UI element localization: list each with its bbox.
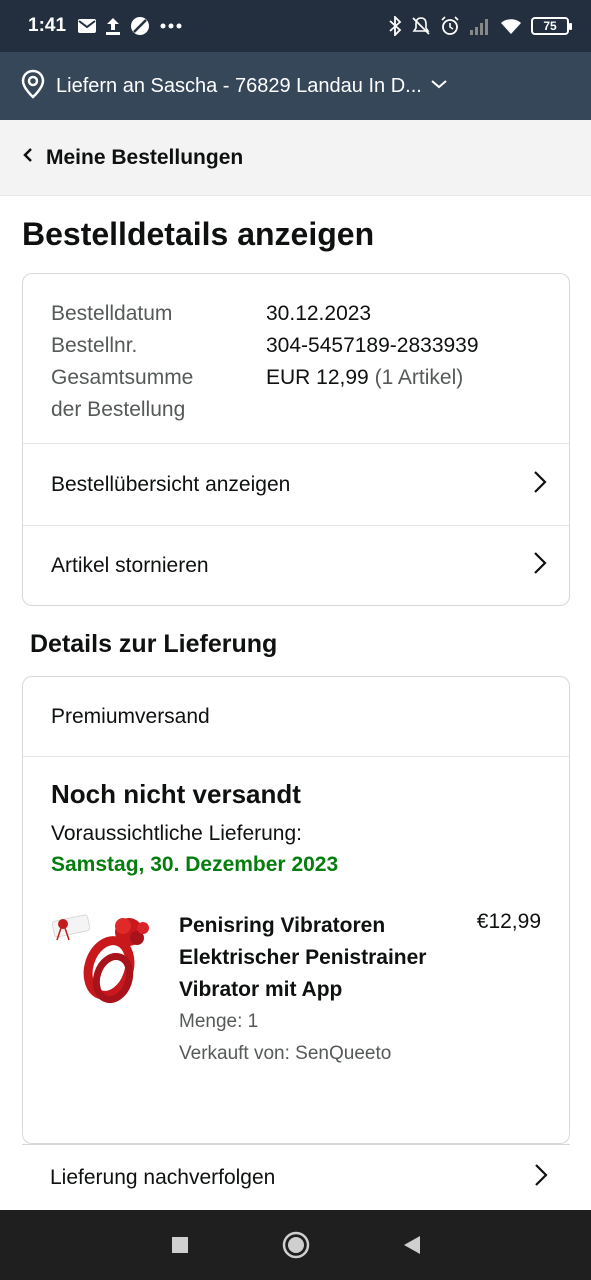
order-date-label: Bestelldatum [51,302,173,325]
order-total-value: EUR 12,99 (1 Artikel) [266,362,463,394]
shipment-details: Noch nicht versandt Voraussichtliche Lie… [23,757,569,1070]
breadcrumb-label: Meine Bestellungen [46,145,244,169]
back-button[interactable] [402,1234,422,1256]
chevron-right-icon [533,551,547,581]
order-total-amount: EUR 12,99 [266,366,369,389]
delivery-location-text: Liefern an Sascha - 76829 Landau In D... [56,74,422,97]
signal-icon [469,17,491,35]
data-saver-icon [130,16,150,36]
order-item[interactable]: Penisring Vibratoren Elektrischer Penist… [51,910,541,1070]
bluetooth-icon [388,16,402,36]
order-total-row: Gesamtsumme EUR 12,99 (1 Artikel) [51,362,541,394]
order-number-label: Bestellnr. [51,334,138,357]
order-number-value: 304-5457189-2833939 [266,334,479,357]
battery-icon: 75 [531,17,572,35]
recent-apps-button[interactable] [170,1235,190,1255]
order-summary: Bestelldatum 30.12.2023 Bestellnr. 304-5… [23,274,569,444]
product-name[interactable]: Penisring Vibratoren Elektrischer Penist… [179,910,429,1006]
page-title: Bestelldetails anzeigen [22,216,375,252]
order-overview-link[interactable]: Bestellübersicht anzeigen [23,444,569,525]
status-time: 1:41 [28,15,67,36]
battery-level: 75 [543,19,557,33]
product-seller: Verkauft von: SenQueeto [179,1043,392,1064]
expected-delivery-date: Samstag, 30. Dezember 2023 [51,853,339,876]
alarm-icon [440,16,460,36]
cancel-items-label: Artikel stornieren [51,554,209,577]
wifi-icon [500,17,522,35]
order-item-count: (1 Artikel) [374,366,464,389]
track-delivery-link[interactable]: Lieferung nachverfolgen [22,1144,570,1210]
product-price: €12,99 [476,910,541,933]
system-navigation-bar [0,1210,591,1280]
product-quantity: Menge: 1 [179,1011,259,1032]
order-summary-card: Bestelldatum 30.12.2023 Bestellnr. 304-5… [22,273,570,606]
shipment-status: Noch nicht versandt [51,779,301,809]
chevron-down-icon [430,77,448,95]
upload-icon [106,17,121,35]
order-total-row-2: der Bestellung [51,394,541,426]
order-number-row: Bestellnr. 304-5457189-2833939 [51,330,541,362]
order-date-row: Bestelldatum 30.12.2023 [51,298,541,330]
chevron-left-icon [22,147,34,168]
shipping-method: Premiumversand [23,677,569,757]
mute-icon [411,16,431,36]
delivery-section-title: Details zur Lieferung [30,630,278,658]
order-overview-label: Bestellübersicht anzeigen [51,472,291,496]
mail-icon [78,19,97,33]
expected-delivery-label: Voraussichtliche Lieferung: [51,822,302,845]
location-pin-icon [20,69,46,104]
breadcrumb[interactable]: Meine Bestellungen [0,120,591,196]
order-date-value: 30.12.2023 [266,302,372,325]
order-total-label-2: der Bestellung [51,398,186,421]
delivery-card: Premiumversand Noch nicht versandt Vorau… [22,676,570,1144]
home-button[interactable] [282,1231,310,1259]
chevron-right-icon [533,470,547,500]
product-image[interactable] [51,910,157,1014]
order-total-label-1: Gesamtsumme [51,366,194,389]
delivery-location-bar[interactable]: Liefern an Sascha - 76829 Landau In D... [0,52,591,120]
chevron-right-icon [534,1163,548,1193]
product-info: Penisring Vibratoren Elektrischer Penist… [179,910,429,1070]
more-notifications-icon [160,23,182,29]
status-bar: 1:41 75 [0,0,591,52]
track-delivery-label: Lieferung nachverfolgen [50,1165,276,1189]
cancel-items-link[interactable]: Artikel stornieren [23,525,569,605]
